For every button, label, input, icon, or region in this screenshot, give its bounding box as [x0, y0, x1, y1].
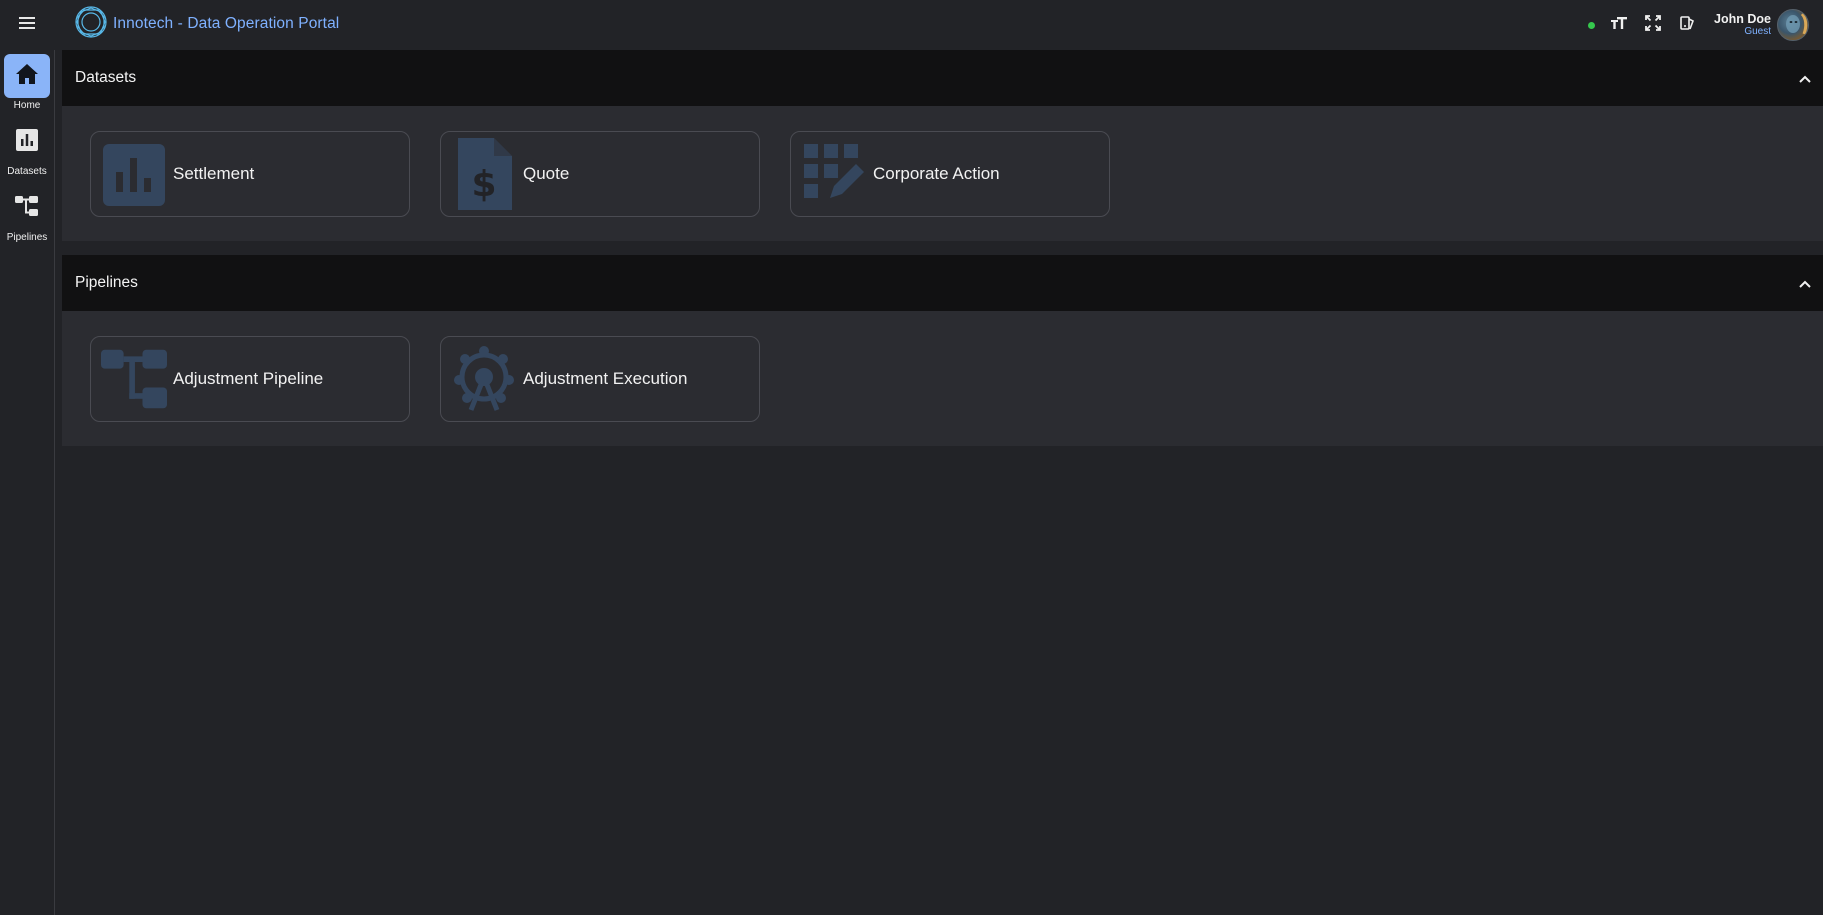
bar-chart-icon: [15, 128, 39, 157]
chevron-up-icon[interactable]: [1799, 70, 1811, 88]
dataset-card-quote[interactable]: $ Quote: [440, 130, 760, 217]
card-label: Adjustment Pipeline: [173, 368, 324, 388]
datasets-section: Datasets Settlement $ Quote Corporate Ac…: [62, 50, 1823, 241]
section-title: Datasets: [75, 69, 137, 86]
hamburger-menu-button[interactable]: [0, 0, 54, 50]
card-label: Corporate Action: [873, 163, 1000, 183]
pipeline-icon: [101, 341, 167, 417]
card-label: Adjustment Execution: [523, 368, 688, 388]
main-content: Datasets Settlement $ Quote Corporate Ac…: [62, 50, 1823, 460]
font-size-button[interactable]: [1602, 8, 1636, 42]
dataset-card-corporate-action[interactable]: Corporate Action: [790, 130, 1110, 217]
hamburger-menu-icon: [18, 16, 36, 35]
innotech-logo-icon: [73, 4, 109, 45]
user-menu[interactable]: John Doe Guest: [1714, 5, 1809, 45]
pipeline-icon: [14, 194, 40, 223]
fullscreen-icon: [1645, 14, 1661, 36]
rail-item-label: Pipelines: [6, 232, 48, 243]
theme-toggle-button[interactable]: [1670, 8, 1704, 42]
rail-item-pipelines[interactable]: Pipelines: [0, 186, 54, 246]
pipelines-section: Pipelines Adjustment Pipeline Adjustment…: [62, 255, 1823, 446]
grid-edit-icon: [801, 136, 867, 212]
home-icon: [15, 63, 39, 90]
invoice-dollar-icon: $: [451, 136, 517, 212]
fullscreen-button[interactable]: [1636, 8, 1670, 42]
connection-status-dot: [1588, 21, 1595, 29]
top-toolbar: [1588, 0, 1704, 50]
avatar[interactable]: [1777, 9, 1809, 41]
top-bar: Innotech - Data Operation Portal John Do…: [0, 0, 1823, 50]
rail-item-label: Datasets: [7, 166, 47, 177]
rail-item-home[interactable]: Home: [0, 54, 54, 114]
pipeline-card-adjustment-execution[interactable]: Adjustment Execution: [440, 335, 760, 422]
pipeline-card-adjustment-pipeline[interactable]: Adjustment Pipeline: [90, 335, 410, 422]
user-role: Guest: [1744, 26, 1771, 38]
brand[interactable]: Innotech - Data Operation Portal: [73, 4, 340, 45]
dataset-card-settlement[interactable]: Settlement: [90, 130, 410, 217]
user-name: John Doe: [1714, 11, 1771, 26]
app-title: Innotech - Data Operation Portal: [113, 15, 340, 32]
user-info: John Doe Guest: [1714, 11, 1771, 38]
side-navigation: Home Datasets Pipelines: [0, 50, 55, 915]
chevron-up-icon[interactable]: [1799, 275, 1811, 293]
pipelines-card-list: Adjustment Pipeline Adjustment Execution: [62, 311, 1823, 446]
bar-chart-icon: [101, 136, 167, 212]
rail-datasets-icon-wrap: [4, 120, 50, 164]
pipelines-section-header[interactable]: Pipelines: [62, 255, 1823, 311]
svg-text:$: $: [471, 164, 496, 205]
rail-home-icon-wrap: [4, 54, 50, 98]
rail-item-label: Home: [13, 100, 41, 111]
card-label: Settlement: [173, 163, 255, 183]
section-title: Pipelines: [75, 274, 138, 291]
font-size-icon: [1610, 15, 1628, 36]
datasets-section-header[interactable]: Datasets: [62, 50, 1823, 106]
datasets-card-list: Settlement $ Quote Corporate Action: [62, 106, 1823, 241]
ferris-wheel-icon: [451, 341, 517, 417]
rail-pipelines-icon-wrap: [4, 186, 50, 230]
card-label: Quote: [523, 163, 570, 183]
rail-item-datasets[interactable]: Datasets: [0, 120, 54, 180]
theme-toggle-icon: [1679, 15, 1695, 36]
